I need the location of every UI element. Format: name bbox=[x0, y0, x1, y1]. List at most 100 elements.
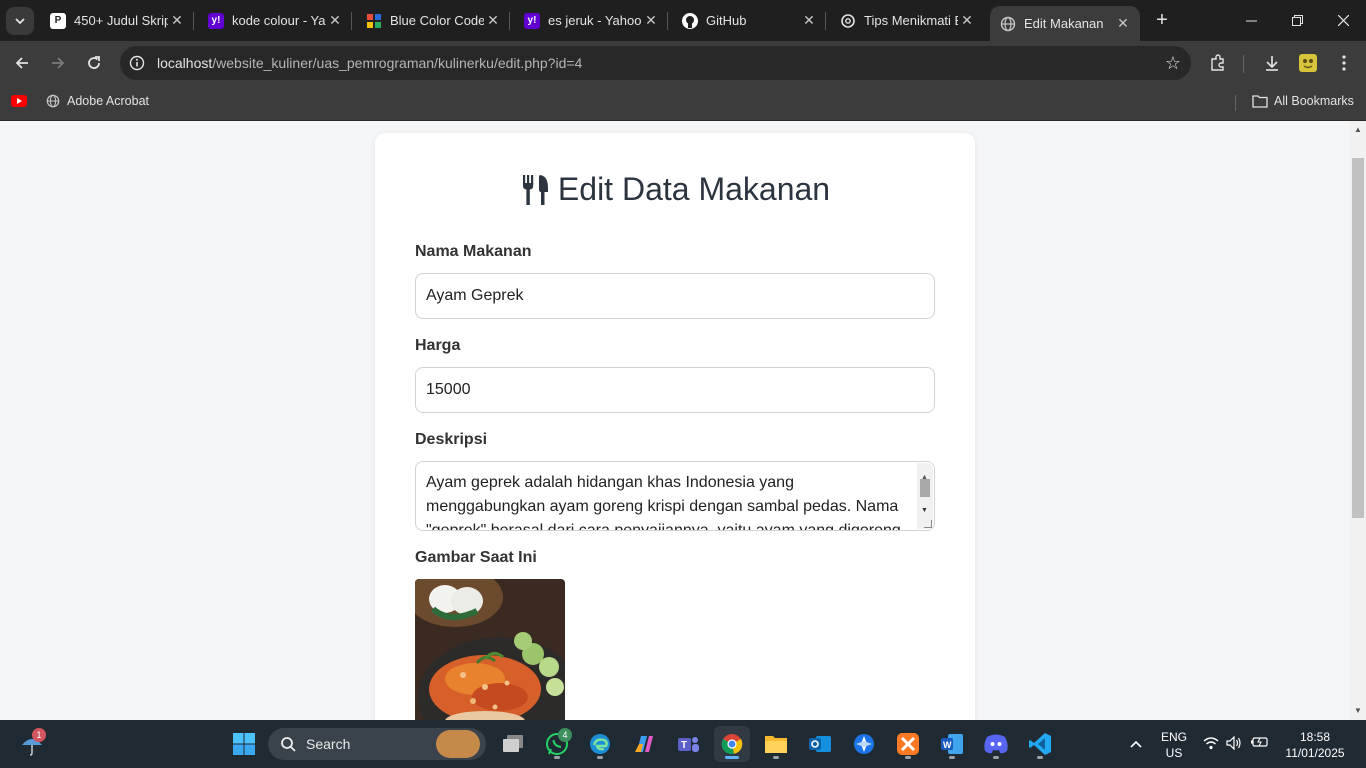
taskbar-app-compass[interactable] bbox=[846, 726, 882, 762]
nama-makanan-input[interactable]: Ayam Geprek bbox=[415, 273, 935, 319]
taskbar-task-view[interactable] bbox=[495, 726, 531, 762]
tab-es-jeruk[interactable]: y! es jeruk - Yahoo ✕ bbox=[514, 0, 668, 41]
tab-search-button[interactable] bbox=[6, 7, 34, 35]
github-icon bbox=[682, 12, 698, 29]
close-window-button[interactable] bbox=[1320, 0, 1366, 41]
yahoo-icon: y! bbox=[524, 12, 540, 29]
close-icon[interactable]: ✕ bbox=[642, 12, 660, 30]
minimize-button[interactable] bbox=[1228, 0, 1274, 41]
page-title: Edit Data Makanan bbox=[375, 171, 975, 208]
back-button[interactable] bbox=[8, 49, 36, 77]
bookmark-youtube[interactable] bbox=[11, 93, 33, 109]
bookmark-star-icon[interactable]: ☆ bbox=[1165, 53, 1181, 74]
close-icon[interactable]: ✕ bbox=[326, 12, 344, 30]
close-icon[interactable]: ✕ bbox=[1114, 15, 1132, 33]
start-button[interactable] bbox=[226, 726, 262, 762]
chrome-icon bbox=[721, 734, 743, 755]
compass-icon bbox=[854, 734, 874, 754]
book-icon: P bbox=[50, 12, 66, 29]
bookmarks-bar: Adobe Acrobat All Bookmarks bbox=[0, 85, 1366, 121]
edit-form-card: Edit Data Makanan Nama Makanan Ayam Gepr… bbox=[375, 133, 975, 720]
minimize-icon bbox=[1245, 20, 1257, 22]
nama-makanan-label: Nama Makanan bbox=[415, 243, 532, 260]
volume-icon[interactable] bbox=[1225, 735, 1243, 754]
taskbar-search[interactable]: Search bbox=[268, 728, 486, 760]
downloads-button[interactable] bbox=[1258, 49, 1286, 77]
close-icon[interactable]: ✕ bbox=[958, 12, 976, 30]
grid-color-icon bbox=[366, 12, 382, 29]
extensions-button[interactable] bbox=[1204, 49, 1232, 77]
all-bookmarks-button[interactable]: All Bookmarks bbox=[1252, 93, 1354, 109]
reload-icon bbox=[88, 56, 100, 69]
address-bar[interactable]: localhost/website_kuliner/uas_pemrograma… bbox=[120, 46, 1191, 80]
reload-button[interactable] bbox=[80, 49, 108, 77]
restore-icon bbox=[1291, 15, 1303, 26]
forward-button[interactable] bbox=[44, 49, 72, 77]
harga-label: Harga bbox=[415, 337, 461, 354]
tab-tips-menikmati[interactable]: Tips Menikmati Es ✕ bbox=[830, 0, 984, 41]
tab-github[interactable]: GitHub ✕ bbox=[672, 0, 826, 41]
taskbar-file-explorer[interactable] bbox=[758, 726, 794, 762]
chatgpt-icon bbox=[840, 13, 856, 29]
show-hidden-icons-button[interactable] bbox=[1118, 726, 1154, 762]
page-scrollbar[interactable]: ▲ ▼ bbox=[1350, 121, 1366, 720]
close-icon[interactable]: ✕ bbox=[168, 12, 186, 30]
tab-edit-makanan[interactable]: Edit Makanan ✕ bbox=[990, 6, 1140, 41]
new-tab-button[interactable]: + bbox=[1150, 8, 1174, 32]
taskbar-discord[interactable] bbox=[978, 726, 1014, 762]
search-highlight-image bbox=[436, 730, 480, 758]
tab-judul-skripsi[interactable]: P 450+ Judul Skripsi ✕ bbox=[40, 0, 194, 41]
tab-kode-colour[interactable]: y! kode colour - Yahoo ✕ bbox=[198, 0, 352, 41]
close-icon[interactable]: ✕ bbox=[800, 12, 818, 30]
site-info-icon[interactable] bbox=[120, 55, 154, 71]
scroll-down-icon[interactable]: ▼ bbox=[1353, 706, 1363, 716]
windows-icon bbox=[233, 733, 255, 755]
harga-input[interactable]: 15000 bbox=[415, 367, 935, 413]
task-view-icon bbox=[503, 735, 523, 752]
more-vertical-icon bbox=[1342, 55, 1346, 71]
vscode-icon bbox=[1029, 733, 1051, 755]
menu-button[interactable] bbox=[1330, 49, 1358, 77]
arrow-right-icon bbox=[52, 57, 65, 69]
discord-icon bbox=[984, 734, 1008, 754]
taskbar-vscode[interactable] bbox=[1022, 726, 1058, 762]
taskbar-word[interactable]: W bbox=[934, 726, 970, 762]
wifi-icon[interactable] bbox=[1202, 736, 1220, 754]
language-indicator[interactable]: ENG US bbox=[1152, 729, 1196, 761]
restore-button[interactable] bbox=[1274, 0, 1320, 41]
page-scroll-thumb[interactable] bbox=[1352, 158, 1364, 518]
battery-icon[interactable] bbox=[1250, 736, 1270, 752]
close-icon[interactable]: ✕ bbox=[484, 12, 502, 30]
profile-avatar[interactable] bbox=[1294, 49, 1322, 77]
clock[interactable]: 18:58 11/01/2025 bbox=[1280, 729, 1350, 761]
edge-icon bbox=[590, 734, 610, 754]
teams-icon: T bbox=[678, 737, 699, 752]
resize-grip[interactable] bbox=[924, 520, 932, 528]
outlook-icon bbox=[809, 736, 831, 752]
bookmark-adobe-acrobat[interactable]: Adobe Acrobat bbox=[45, 93, 149, 109]
youtube-icon bbox=[11, 93, 27, 109]
current-food-image bbox=[415, 579, 565, 720]
chevron-up-icon bbox=[1130, 740, 1142, 748]
browser-toolbar: localhost/website_kuliner/uas_pemrograma… bbox=[0, 41, 1366, 85]
utensils-icon bbox=[520, 174, 550, 206]
textarea-scroll-thumb[interactable] bbox=[920, 479, 930, 497]
deskripsi-textarea[interactable]: Ayam geprek adalah hidangan khas Indones… bbox=[415, 461, 935, 531]
globe-icon bbox=[45, 93, 61, 109]
tab-strip: P 450+ Judul Skripsi ✕ y! kode colour - … bbox=[0, 0, 1366, 41]
scroll-up-icon[interactable]: ▲ bbox=[1353, 125, 1363, 135]
deskripsi-label: Deskripsi bbox=[415, 431, 488, 448]
xampp-icon bbox=[897, 733, 919, 755]
puzzle-icon bbox=[1211, 54, 1224, 71]
taskbar-xampp[interactable] bbox=[890, 726, 926, 762]
taskbar-edge[interactable] bbox=[582, 726, 618, 762]
taskbar-copilot[interactable] bbox=[626, 726, 662, 762]
taskbar-outlook[interactable] bbox=[802, 726, 838, 762]
taskbar-chrome[interactable] bbox=[714, 726, 750, 762]
taskbar-teams[interactable]: T bbox=[670, 726, 706, 762]
tab-blue-color-codes[interactable]: Blue Color Codes ✕ bbox=[356, 0, 510, 41]
globe-icon bbox=[1000, 16, 1016, 32]
yahoo-icon: y! bbox=[208, 12, 224, 29]
folder-icon bbox=[765, 736, 787, 753]
deskripsi-text: Ayam geprek adalah hidangan khas Indones… bbox=[426, 474, 901, 531]
